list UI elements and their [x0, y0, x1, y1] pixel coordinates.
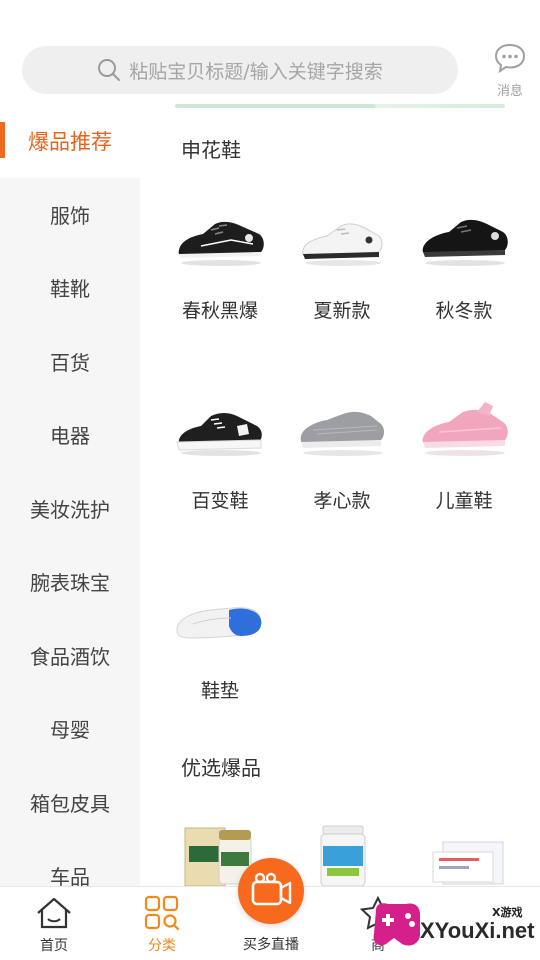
- grey-mesh-shoe-icon: [300, 411, 384, 456]
- section-title-featured: 优选爆品: [181, 756, 261, 780]
- subcategory-item[interactable]: 儿童鞋: [403, 370, 525, 560]
- subcategory-item[interactable]: 孝心款: [281, 370, 403, 560]
- sidebar-item-label: 母婴: [50, 718, 90, 743]
- sidebar-item-food-drinks[interactable]: 食品酒饮: [0, 619, 140, 693]
- subcategory-label: 孝心款: [313, 490, 371, 512]
- sidebar-item-label: 爆品推荐: [28, 129, 112, 154]
- sidebar-item-appliances[interactable]: 电器: [0, 398, 140, 472]
- sidebar-item-apparel[interactable]: 服饰: [0, 178, 140, 252]
- sidebar-item-watches-jewelry[interactable]: 腕表珠宝: [0, 545, 140, 619]
- black-canvas-shoe-icon: [176, 413, 262, 456]
- sidebar-item-car[interactable]: 车品: [0, 839, 140, 886]
- sidebar-item-baby[interactable]: 母婴: [0, 692, 140, 766]
- search-bar[interactable]: 粘贴宝贝标题/输入关键字搜索: [22, 46, 458, 94]
- live-stream-label: 买多直播: [243, 937, 299, 953]
- chat-bubble-icon: [494, 43, 526, 74]
- test-kit-box-icon: [432, 841, 504, 885]
- sidebar-item-label: 鞋靴: [50, 277, 90, 302]
- sidebar-item-shoes[interactable]: 鞋靴: [0, 251, 140, 325]
- sidebar-item-label: 车品: [50, 865, 90, 886]
- subcategory-grid: 春秋黑爆 夏新款 秋冬款 百变鞋 孝心款 儿童鞋 鞋垫: [159, 180, 525, 750]
- sidebar-item-hot[interactable]: 爆品推荐: [0, 104, 140, 178]
- sidebar-item-bags[interactable]: 箱包皮具: [0, 766, 140, 840]
- site-watermark: X游戏 XYouXi.net: [362, 888, 540, 960]
- tab-label: 首页: [40, 938, 68, 954]
- featured-products-row: [159, 818, 525, 886]
- black-leather-shoe-icon: [422, 219, 508, 266]
- subcategory-label: 春秋黑爆: [181, 300, 258, 322]
- sidebar-item-general-goods[interactable]: 百货: [0, 325, 140, 399]
- gamepad-logo-icon: [373, 903, 420, 946]
- sidebar-item-beauty[interactable]: 美妆洗护: [0, 472, 140, 546]
- subcategory-label: 夏新款: [313, 300, 371, 322]
- message-label: 消息: [496, 84, 523, 99]
- header: 粘贴宝贝标题/输入关键字搜索 消息: [0, 0, 540, 104]
- sidebar-item-label: 百货: [50, 350, 90, 375]
- subcategory-item[interactable]: 百变鞋: [159, 370, 281, 560]
- sidebar-item-label: 电器: [50, 424, 90, 449]
- watermark-text: XYouXi.net: [420, 918, 535, 943]
- category-sidebar: 爆品推荐 服饰 鞋靴 百货 电器 美妆洗护 腕表珠宝 食品酒饮 母婴 箱包皮具 …: [0, 104, 140, 886]
- sidebar-item-label: 箱包皮具: [30, 791, 110, 816]
- section-title-shenhua-shoes: 申花鞋: [181, 138, 241, 162]
- insole-icon: [176, 607, 262, 639]
- live-stream-button[interactable]: [238, 858, 304, 924]
- message-button[interactable]: 消息: [486, 42, 534, 99]
- pink-sneaker-icon: [422, 402, 508, 456]
- tab-category[interactable]: 分类: [108, 887, 216, 960]
- banner-edge: [175, 104, 505, 108]
- home-icon: [37, 897, 71, 929]
- subcategory-item[interactable]: 夏新款: [281, 180, 403, 370]
- sidebar-item-label: 食品酒饮: [30, 644, 110, 669]
- sidebar-item-label: 腕表珠宝: [30, 571, 110, 596]
- white-sneaker-icon: [302, 223, 383, 266]
- subcategory-item[interactable]: 秋冬款: [403, 180, 525, 370]
- search-placeholder: 粘贴宝贝标题/输入关键字搜索: [129, 60, 383, 83]
- sidebar-item-label: 服饰: [50, 203, 90, 228]
- subcategory-label: 鞋垫: [200, 680, 239, 702]
- category-content: 申花鞋 春秋黑爆 夏新款 秋冬款 百变鞋 孝心款 儿童鞋 鞋垫 优选爆品: [140, 104, 540, 886]
- sidebar-item-label: 美妆洗护: [30, 497, 110, 522]
- subcategory-label: 百变鞋: [191, 490, 249, 512]
- category-icon: [144, 895, 180, 931]
- video-camera-icon: [251, 872, 292, 906]
- subcategory-label: 秋冬款: [435, 300, 493, 322]
- tab-label: 分类: [148, 938, 176, 954]
- subcategory-label: 儿童鞋: [435, 490, 493, 512]
- subcategory-item[interactable]: 鞋垫: [159, 560, 281, 750]
- search-icon: [98, 59, 121, 81]
- subcategory-item[interactable]: 春秋黑爆: [159, 180, 281, 370]
- featured-product-item[interactable]: [403, 818, 525, 886]
- tab-home[interactable]: 首页: [0, 887, 108, 960]
- black-sneaker-icon: [178, 221, 264, 266]
